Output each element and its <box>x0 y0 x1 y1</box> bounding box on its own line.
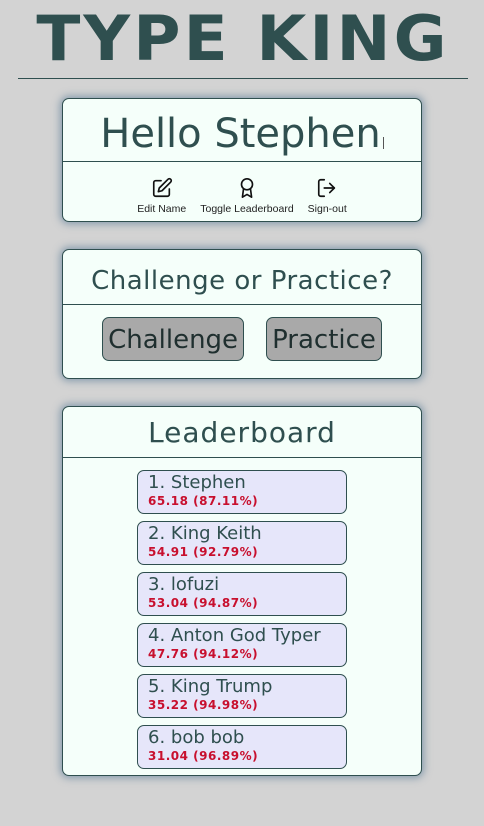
mode-buttons: Challenge Practice <box>63 305 421 361</box>
entry-wpm: 65.18 <box>148 494 189 508</box>
greeting-text: Hello Stephen <box>63 99 421 161</box>
entry-accuracy: 87.11% <box>199 494 253 508</box>
mode-heading: Challenge or Practice? <box>91 266 393 296</box>
entry-accuracy: 94.98% <box>199 698 253 712</box>
edit-name-label: Edit Name <box>137 203 187 215</box>
leaderboard-entry: 2. King Keith 54.91 (92.79%) <box>137 521 347 565</box>
entry-accuracy: 96.89% <box>199 749 253 763</box>
entry-name: 6. bob bob <box>148 727 245 748</box>
sign-out-label: Sign-out <box>307 203 347 215</box>
greeting-label: Hello Stephen <box>100 111 381 157</box>
entry-score: 54.91 (92.79%) <box>148 545 259 559</box>
entry-player: bob bob <box>170 727 245 748</box>
entry-accuracy: 94.87% <box>199 596 253 610</box>
edit-name-button[interactable]: Edit Name <box>137 177 186 215</box>
leaderboard-entry: 5. King Trump 35.22 (94.98%) <box>137 674 347 718</box>
entry-player: Anton God Typer <box>170 625 321 646</box>
entry-wpm: 47.76 <box>148 647 189 661</box>
entry-wpm: 35.22 <box>148 698 189 712</box>
entry-player: lofuzi <box>170 574 220 595</box>
leaderboard-entry: 6. bob bob 31.04 (96.89%) <box>137 725 347 769</box>
leaderboard-card: Leaderboard 1. Stephen 65.18 (87.11%) 2.… <box>62 406 422 776</box>
greeting-card: Hello Stephen Edit Name Toggle Leaderboa… <box>62 98 422 222</box>
edit-icon <box>152 177 172 198</box>
mode-card: Challenge or Practice? Challenge Practic… <box>62 249 422 379</box>
entry-accuracy: 92.79% <box>199 545 253 559</box>
entry-rank: 2 <box>148 523 160 544</box>
entry-score: 65.18 (87.11%) <box>148 494 259 508</box>
sign-out-icon <box>318 178 336 198</box>
entry-name: 5. King Trump <box>148 676 273 697</box>
leaderboard-entry: 3. lofuzi 53.04 (94.87%) <box>137 572 347 616</box>
entry-wpm: 53.04 <box>148 596 189 610</box>
entry-wpm: 31.04 <box>148 749 189 763</box>
entry-score: 35.22 (94.98%) <box>148 698 259 712</box>
account-actions: Edit Name Toggle Leaderboard Sign-out <box>63 162 421 215</box>
leaderboard-entry: 4. Anton God Typer 47.76 (94.12%) <box>137 623 347 667</box>
entry-name: 3. lofuzi <box>148 574 220 595</box>
toggle-leaderboard-label: Toggle Leaderboard <box>200 203 294 215</box>
entry-rank: 3 <box>148 574 160 595</box>
entry-name: 2. King Keith <box>148 523 262 544</box>
entry-score: 53.04 (94.87%) <box>148 596 259 610</box>
leaderboard-heading: Leaderboard <box>148 416 336 449</box>
app-title: TYPE KING <box>36 2 450 75</box>
entry-name: 1. Stephen <box>148 472 246 493</box>
sign-out-button[interactable]: Sign-out <box>308 177 347 215</box>
text-cursor <box>382 137 384 149</box>
entry-rank: 4 <box>148 625 160 646</box>
entry-wpm: 54.91 <box>148 545 189 559</box>
leaderboard-entry: 1. Stephen 65.18 (87.11%) <box>137 470 347 514</box>
title-divider <box>18 78 468 79</box>
entry-accuracy: 94.12% <box>199 647 253 661</box>
challenge-button[interactable]: Challenge <box>102 317 245 361</box>
entry-player: King Keith <box>170 523 262 544</box>
entry-rank: 5 <box>148 676 160 697</box>
toggle-leaderboard-button[interactable]: Toggle Leaderboard <box>200 177 294 215</box>
entry-rank: 1 <box>148 472 160 493</box>
entry-name: 4. Anton God Typer <box>148 625 321 646</box>
entry-score: 47.76 (94.12%) <box>148 647 259 661</box>
entry-rank: 6 <box>148 727 160 748</box>
award-icon <box>240 178 254 198</box>
practice-button[interactable]: Practice <box>266 317 382 361</box>
entry-player: Stephen <box>170 472 246 493</box>
entry-score: 31.04 (96.89%) <box>148 749 259 763</box>
leaderboard-list: 1. Stephen 65.18 (87.11%) 2. King Keith … <box>63 458 421 769</box>
entry-player: King Trump <box>170 676 273 697</box>
